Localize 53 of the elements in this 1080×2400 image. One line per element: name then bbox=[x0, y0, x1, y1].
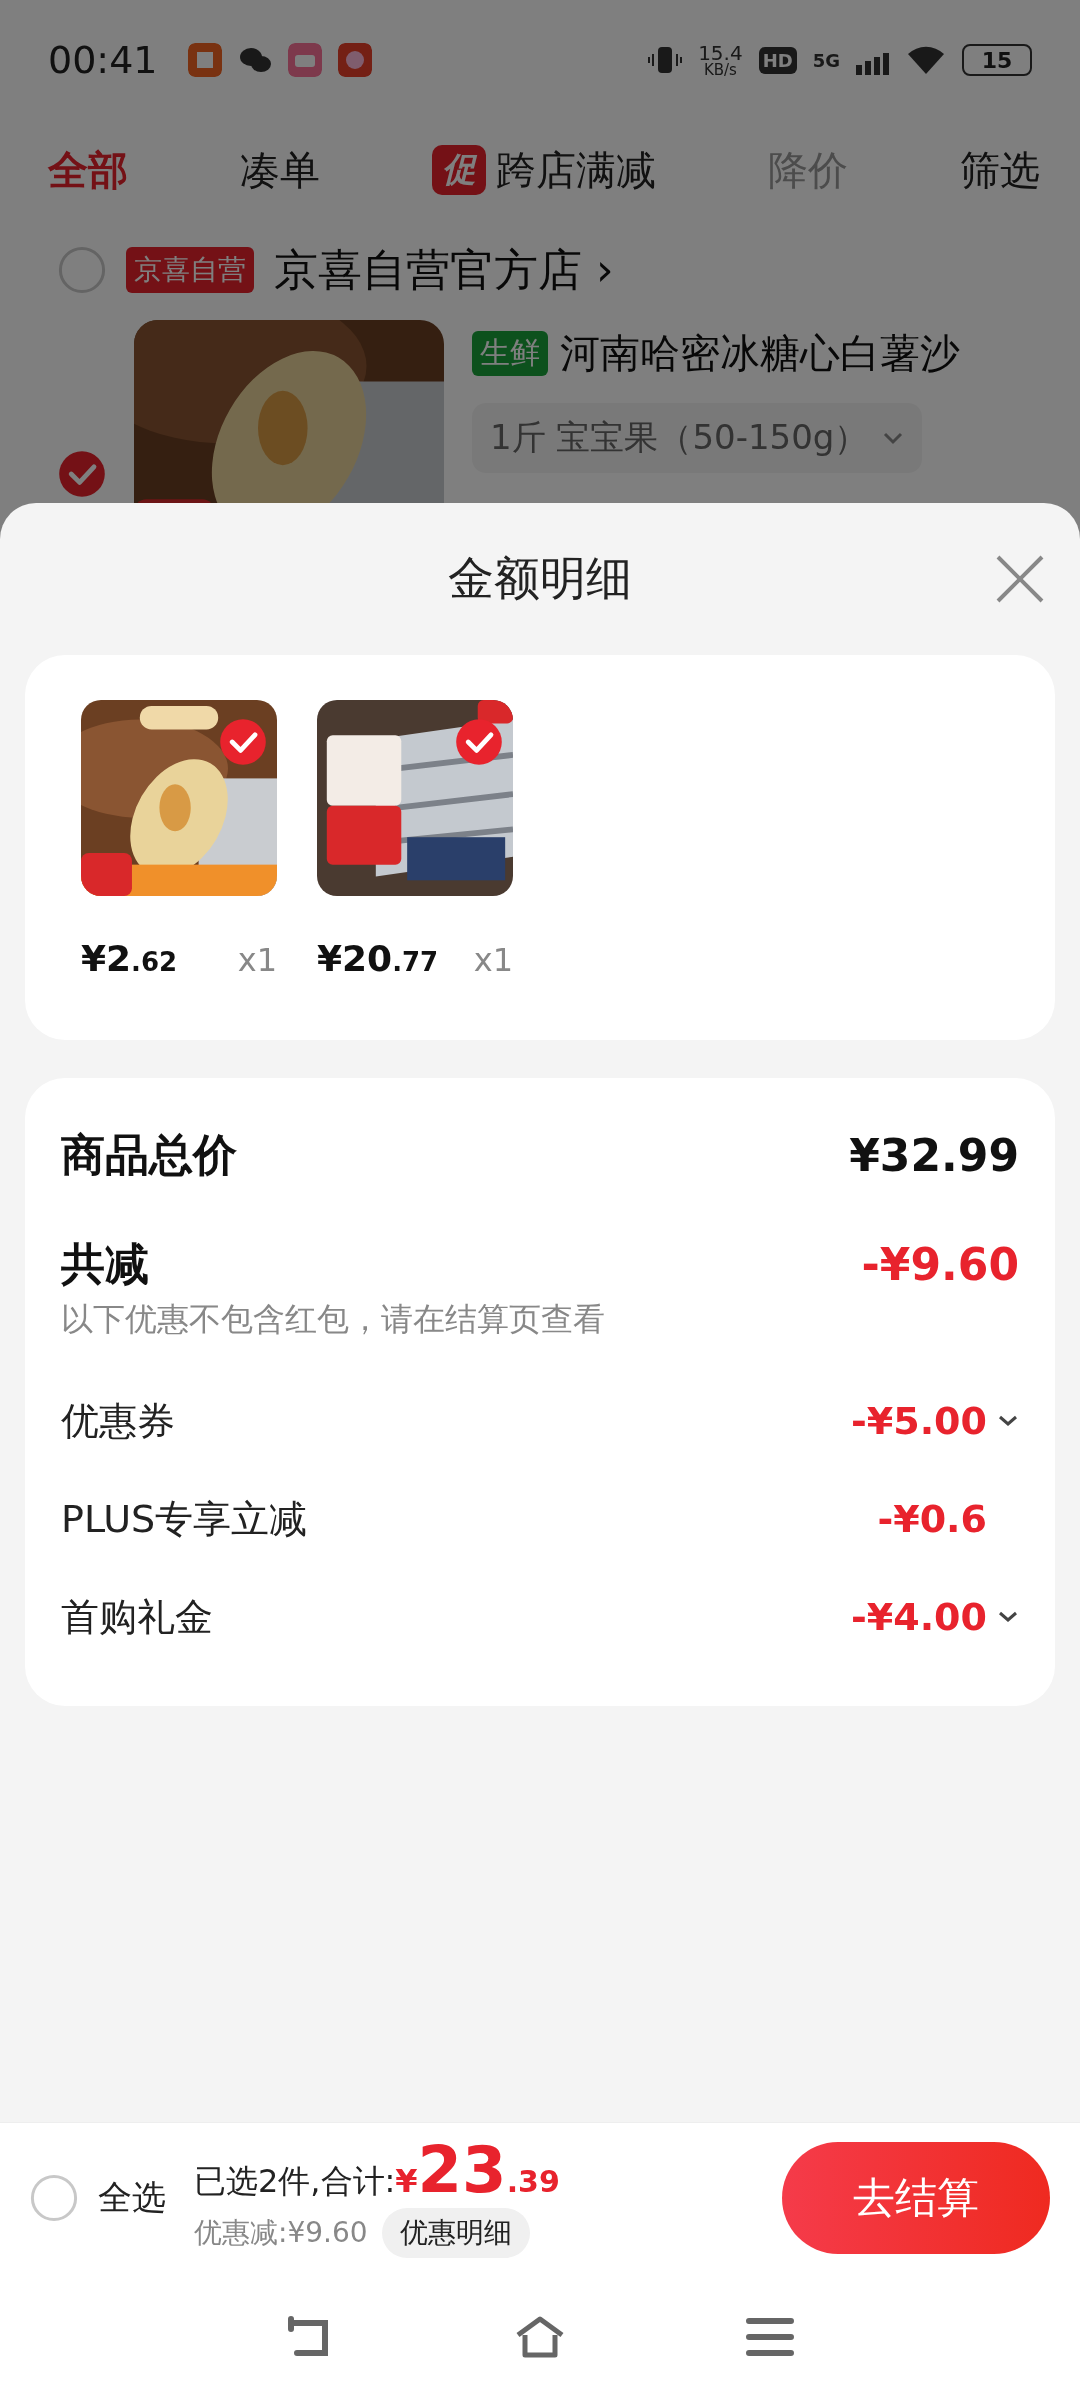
item-price: ¥2.62 bbox=[81, 938, 178, 979]
checkout-button[interactable]: 去结算 bbox=[782, 2142, 1050, 2254]
checked-circle-icon[interactable] bbox=[58, 450, 106, 498]
status-time: 00:41 bbox=[48, 38, 158, 82]
network-type: 5G bbox=[812, 49, 840, 71]
total-price: ¥23.39 bbox=[395, 2138, 560, 2202]
tab-label: 跨店满减 bbox=[496, 145, 656, 195]
item-price: ¥20.77 bbox=[317, 938, 439, 979]
store-name[interactable]: 京喜自营官方店 › bbox=[274, 240, 614, 300]
discount-item-value: -¥4.00 bbox=[851, 1595, 987, 1639]
saving-text: 优惠减:¥9.60 bbox=[194, 2215, 368, 2251]
filter-tab[interactable]: 凑单 bbox=[240, 142, 320, 198]
product-title[interactable]: 河南哈密冰糖心白薯沙 bbox=[560, 326, 960, 381]
filter-tab[interactable]: 全部 bbox=[48, 142, 128, 198]
battery-level: 15 bbox=[962, 44, 1032, 76]
store-tag: 京喜自营 bbox=[126, 247, 254, 293]
caret-icon[interactable] bbox=[997, 1414, 1019, 1428]
discount-detail-button[interactable]: 优惠明细 bbox=[381, 2208, 530, 2258]
home-icon[interactable] bbox=[515, 2314, 565, 2359]
filter-tab[interactable]: 筛选 bbox=[960, 142, 1040, 198]
fresh-tag: 生鲜 bbox=[472, 331, 548, 376]
vibrate-icon bbox=[648, 45, 683, 75]
discount-label: 共减 bbox=[61, 1237, 149, 1291]
spec-selector[interactable]: 1斤 宝宝果（50-150g） bbox=[472, 403, 923, 473]
discount-item-label: 首购礼金 bbox=[61, 1593, 213, 1641]
total-value: ¥32.99 bbox=[849, 1130, 1019, 1181]
item-quantity: x1 bbox=[237, 941, 277, 979]
hd-badge: HD bbox=[758, 46, 797, 74]
discount-hint: 以下优惠不包含红包，请在结算页查看 bbox=[61, 1299, 606, 1340]
discount-item-value: -¥0.6 bbox=[877, 1497, 987, 1541]
item-quantity: x1 bbox=[473, 941, 513, 979]
wifi-icon bbox=[906, 44, 946, 76]
checkbox-circle[interactable] bbox=[58, 246, 106, 294]
app-icon bbox=[337, 43, 372, 77]
caret-icon bbox=[882, 431, 905, 445]
discount-value: -¥9.60 bbox=[861, 1239, 1019, 1290]
checked-circle-icon[interactable] bbox=[455, 718, 503, 766]
checkbox-circle[interactable] bbox=[30, 2174, 78, 2222]
close-icon[interactable] bbox=[994, 553, 1046, 605]
discount-item-label: 优惠券 bbox=[61, 1397, 175, 1445]
checked-circle-icon[interactable] bbox=[219, 718, 267, 766]
select-all-label[interactable]: 全选 bbox=[98, 2175, 166, 2221]
filter-tab[interactable]: 促 跨店满减 bbox=[432, 142, 656, 198]
promo-badge: 促 bbox=[432, 145, 486, 195]
app-icon bbox=[287, 43, 322, 77]
discount-item-label: PLUS专享立减 bbox=[61, 1495, 308, 1543]
app-icon bbox=[187, 43, 222, 77]
network-speed: 15.4 KB/s bbox=[698, 42, 743, 78]
sheet-title: 金额明细 bbox=[448, 550, 632, 607]
selected-summary: 已选2件,合计: bbox=[194, 2161, 396, 2202]
caret-icon[interactable] bbox=[997, 1610, 1019, 1624]
discount-item-value: -¥5.00 bbox=[851, 1399, 987, 1443]
total-label: 商品总价 bbox=[61, 1128, 237, 1182]
